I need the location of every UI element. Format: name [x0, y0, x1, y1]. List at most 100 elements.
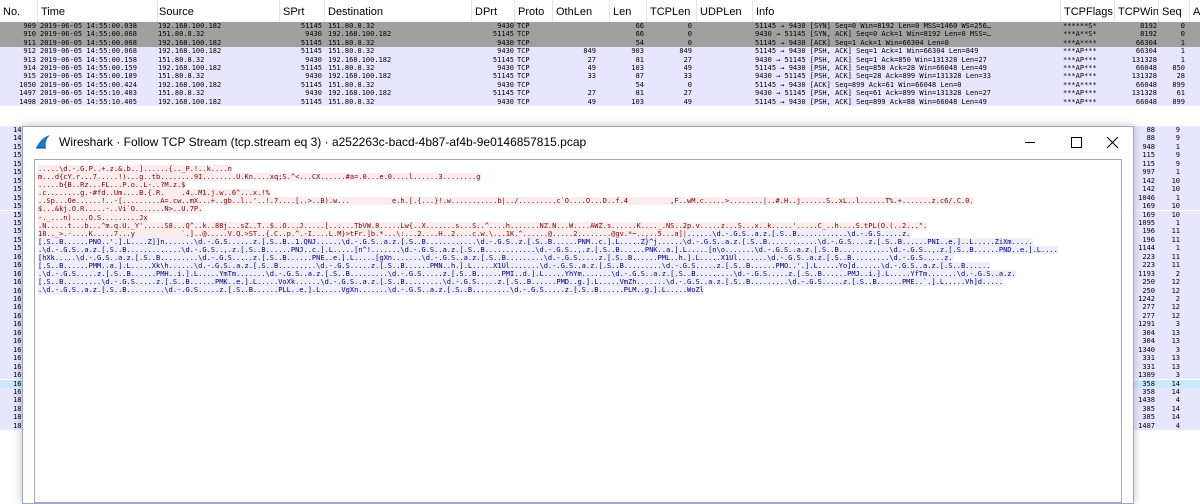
- packet-row-left-part[interactable]: 15: [0, 159, 22, 169]
- packet-row-left-part[interactable]: 15: [0, 142, 22, 152]
- packet-row-right-part[interactable]: 88 9: [1134, 134, 1200, 143]
- minimize-button[interactable]: [1007, 127, 1053, 157]
- packet-row-right-part[interactable]: 1438 4: [1134, 396, 1200, 405]
- packet-row[interactable]: 1498 2019-06-05 14:55:10.405 192.168.100.1…: [0, 97, 1200, 106]
- column-header-proto[interactable]: Proto: [515, 0, 553, 22]
- packet-row-right-part[interactable]: 1095 1: [1134, 218, 1200, 228]
- dialog-titlebar[interactable]: Wireshark · Follow TCP Stream (tcp.strea…: [23, 127, 1133, 157]
- packet-row-right-part[interactable]: 277 12: [1134, 311, 1200, 321]
- packet-row-left-part[interactable]: 16: [0, 337, 22, 346]
- column-header-tcpflags[interactable]: TCPFlags: [1061, 0, 1115, 22]
- packet-row-right-part[interactable]: 304 13: [1134, 337, 1200, 346]
- packet-row-left-part[interactable]: 18: [0, 396, 22, 405]
- packet-row-left-part[interactable]: 18: [0, 413, 22, 422]
- packet-row-right-part[interactable]: 250 12: [1134, 286, 1200, 295]
- packet-row-left-part[interactable]: 15: [0, 176, 22, 186]
- packet-row-left-part[interactable]: 14: [0, 134, 22, 143]
- packet-row-left-part[interactable]: 16: [0, 371, 22, 380]
- column-header-tcplen[interactable]: TCPLen: [647, 0, 697, 22]
- packet-row-left-part[interactable]: 15: [0, 210, 22, 219]
- column-header-udplen[interactable]: UDPLen: [697, 0, 753, 22]
- column-header-len[interactable]: Len: [610, 0, 647, 22]
- packet-row-right-part[interactable]: 142 10: [1134, 185, 1200, 194]
- column-header-source[interactable]: Source: [156, 0, 280, 22]
- packet-row-right-part[interactable]: 385 14: [1134, 413, 1200, 422]
- packet-row-right-part[interactable]: 1487 4: [1134, 421, 1200, 431]
- packet-row-left-part[interactable]: 15: [0, 151, 22, 160]
- packet-row-left-part[interactable]: 16: [0, 278, 22, 287]
- packet-row-right-part[interactable]: 196 11: [1134, 227, 1200, 236]
- packet-row-right-part[interactable]: 169 10: [1134, 202, 1200, 211]
- packet-row-left-part[interactable]: 16: [0, 328, 22, 338]
- packet-row-left-part[interactable]: 16: [0, 362, 22, 372]
- packet-row-right-part[interactable]: 115 9: [1134, 151, 1200, 160]
- packet-row[interactable]: 1050 2019-06-05 14:55:00.424 192.168.100.1…: [0, 80, 1200, 90]
- close-button[interactable]: [1089, 127, 1135, 157]
- packet-row-left-part[interactable]: 15: [0, 185, 22, 194]
- packet-row-right-part[interactable]: 304 13: [1134, 328, 1200, 338]
- packet-row-right-part[interactable]: 142 10: [1134, 176, 1200, 186]
- packet-row-left-part[interactable]: 16: [0, 303, 22, 312]
- packet-row-right-part[interactable]: 948 1: [1134, 142, 1200, 152]
- packet-row[interactable]: 912 2019-06-05 14:55:00.068 192.168.100.18…: [0, 47, 1200, 56]
- packet-row-right-part[interactable]: 1291 3: [1134, 320, 1200, 329]
- packet-row-left-part[interactable]: 16: [0, 311, 22, 321]
- packet-row-left-part[interactable]: 15: [0, 218, 22, 228]
- packet-row-left-part[interactable]: 15: [0, 193, 22, 203]
- column-header-destination[interactable]: Destination: [325, 0, 472, 22]
- column-header-info[interactable]: Info: [753, 0, 1061, 22]
- packet-row[interactable]: 1497 2019-06-05 14:55:10.403 151.80.8.32 94…: [0, 89, 1200, 98]
- packet-row-right-part[interactable]: 88 9: [1134, 126, 1200, 135]
- packet-row[interactable]: 915 2019-06-05 14:55:00.189 151.80.8.32 943…: [0, 72, 1200, 81]
- column-header-tcpwin[interactable]: TCPWin: [1115, 0, 1159, 22]
- column-header-time[interactable]: Time: [38, 0, 158, 22]
- packet-row-right-part[interactable]: 1046 1: [1134, 193, 1200, 203]
- packet-row-left-part[interactable]: 16: [0, 387, 22, 397]
- packet-row-right-part[interactable]: 358 14: [1134, 387, 1200, 397]
- column-header-ack[interactable]: Ack: [1190, 0, 1200, 22]
- packet-row-right-part[interactable]: 1193 2: [1134, 269, 1200, 279]
- packet-row-left-part[interactable]: 16: [0, 286, 22, 295]
- packet-row-right-part[interactable]: 277 12: [1134, 303, 1200, 312]
- packet-row-left-part[interactable]: 16: [0, 252, 22, 262]
- packet-row-left-part[interactable]: 16: [0, 379, 22, 388]
- packet-row-right-part[interactable]: 1242 2: [1134, 295, 1200, 304]
- column-header-no[interactable]: No.: [0, 0, 38, 22]
- packet-row-right-part[interactable]: 385 14: [1134, 404, 1200, 414]
- packet-row-left-part[interactable]: 16: [0, 345, 22, 355]
- packet-row[interactable]: 910 2019-06-05 14:55:00.068 151.80.8.32 943…: [0, 30, 1200, 39]
- packet-row[interactable]: 914 2019-06-05 14:55:00.159 192.168.100.18…: [0, 64, 1200, 73]
- packet-row-right-part[interactable]: 115 9: [1134, 159, 1200, 169]
- packet-row-right-part[interactable]: 196 11: [1134, 235, 1200, 245]
- packet-row-left-part[interactable]: 18: [0, 421, 22, 431]
- packet-row-right-part[interactable]: 1144 1: [1134, 244, 1200, 253]
- packet-row-right-part[interactable]: 223 11: [1134, 261, 1200, 270]
- packet-row-right-part[interactable]: 223 11: [1134, 252, 1200, 262]
- packet-row-left-part[interactable]: 16: [0, 295, 22, 304]
- packet-row-right-part[interactable]: 358 14: [1134, 379, 1200, 388]
- packet-row-right-part[interactable]: 1389 3: [1134, 371, 1200, 380]
- packet-row[interactable]: 909 2019-06-05 14:55:00.038 192.168.100.18…: [0, 22, 1200, 31]
- stream-content-pane[interactable]: .....\d.-.G.P..+.z.&.b..]......{.._P.!..…: [34, 159, 1122, 503]
- packet-row-right-part[interactable]: 169 10: [1134, 210, 1200, 219]
- column-header-dprt[interactable]: DPrt: [472, 0, 515, 22]
- packet-row-right-part[interactable]: 331 13: [1134, 354, 1200, 363]
- column-header-othlen[interactable]: OthLen: [553, 0, 610, 22]
- packet-row-left-part[interactable]: 16: [0, 269, 22, 279]
- packet-row[interactable]: 913 2019-06-05 14:55:00.158 151.80.8.32 943…: [0, 55, 1200, 64]
- packet-row-left-part[interactable]: 14: [0, 126, 22, 135]
- packet-row-right-part[interactable]: 1340 3: [1134, 345, 1200, 355]
- packet-row-left-part[interactable]: 16: [0, 261, 22, 270]
- column-header-sprt[interactable]: SPrt: [280, 0, 325, 22]
- packet-row-right-part[interactable]: 997 1: [1134, 168, 1200, 177]
- packet-row-left-part[interactable]: 16: [0, 320, 22, 329]
- packet-row-left-part[interactable]: 15: [0, 235, 22, 245]
- packet-row-left-part[interactable]: 16: [0, 354, 22, 363]
- packet-row-right-part[interactable]: 250 12: [1134, 278, 1200, 287]
- column-header-seq[interactable]: Seq: [1159, 0, 1190, 22]
- packet-row[interactable]: 911 2019-06-05 14:55:00.068 192.168.100.18…: [0, 38, 1200, 48]
- packet-row-left-part[interactable]: 18: [0, 404, 22, 414]
- packet-row-left-part[interactable]: 15: [0, 168, 22, 177]
- packet-row-left-part[interactable]: 15: [0, 244, 22, 253]
- packet-row-left-part[interactable]: 15: [0, 227, 22, 236]
